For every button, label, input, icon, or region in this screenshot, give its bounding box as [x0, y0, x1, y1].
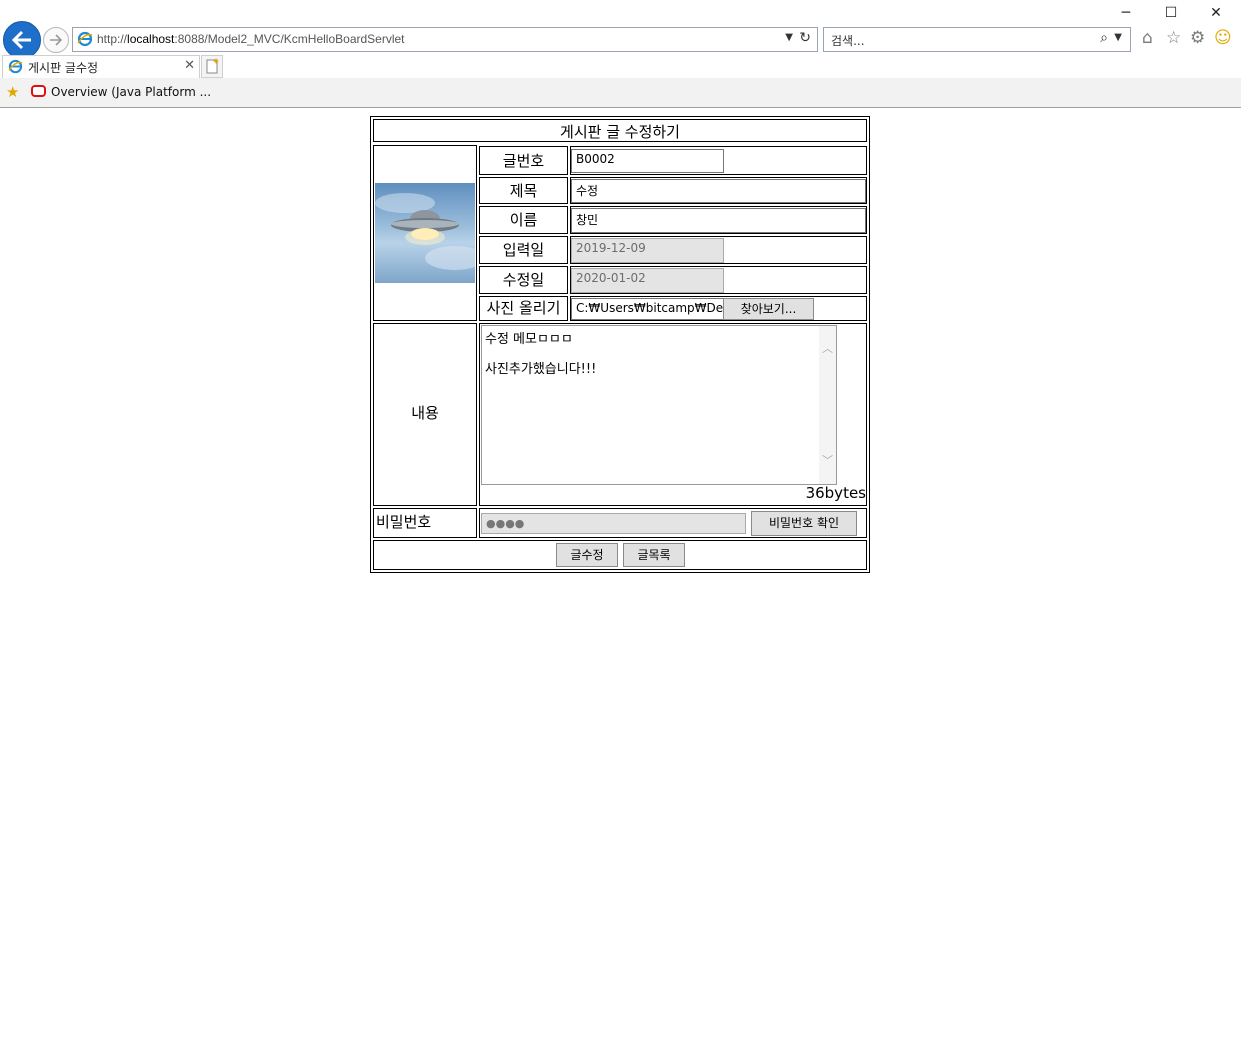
num-label-cell: 글번호 — [479, 146, 568, 175]
content-label-cell: 내용 — [373, 323, 477, 506]
search-placeholder: 검색... — [831, 34, 865, 48]
maximize-button[interactable]: ☐ — [1156, 5, 1186, 21]
browse-button[interactable]: 찾아보기... — [723, 298, 814, 320]
settings-gear-icon[interactable]: ⚙ — [1190, 28, 1205, 48]
mod-date-label-cell: 수정일 — [479, 266, 568, 294]
ie-logo-icon — [77, 31, 93, 47]
textarea-scrollbar[interactable]: ︿ ﹀ — [819, 326, 836, 484]
photo-label: 사진 올리기 — [486, 299, 561, 317]
url-scheme: http:// — [97, 32, 128, 46]
browser-chrome: ─ ☐ ✕ http://localhost:8088/Model2_MVC/K… — [0, 0, 1241, 108]
reg-date-label: 입력일 — [502, 241, 545, 259]
page-title: 게시판 글 수정하기 — [560, 123, 680, 141]
feedback-smiley-icon[interactable]: ☺ — [1214, 28, 1232, 48]
favorites-star-icon[interactable]: ☆ — [1166, 28, 1181, 48]
content-line-2: 사진추가했습니다!!! — [485, 362, 597, 377]
num-field[interactable]: B0002 — [571, 149, 724, 173]
search-dropdown-icon[interactable]: ▼ — [1114, 32, 1122, 43]
ufo-image — [375, 193, 475, 270]
heading-cell: 게시판 글 수정하기 — [373, 119, 867, 142]
check-password-button[interactable]: 비밀번호 확인 — [751, 511, 857, 536]
arrow-left-icon — [11, 30, 31, 50]
ufo-photo — [375, 183, 475, 283]
password-field[interactable]: ●●●● — [481, 513, 746, 534]
address-bar[interactable]: http://localhost:8088/Model2_MVC/KcmHell… — [72, 27, 818, 52]
title-field[interactable]: 수정 — [571, 179, 866, 203]
tab-close-icon[interactable]: ✕ — [184, 58, 195, 73]
close-window-button[interactable]: ✕ — [1201, 5, 1231, 21]
back-button[interactable] — [3, 21, 41, 59]
oracle-logo-icon — [31, 85, 46, 97]
scroll-down-icon[interactable]: ﹀ — [822, 452, 833, 468]
url-path: :8088/Model2_MVC/KcmHelloBoardServlet — [174, 32, 405, 46]
button-row-cell — [373, 540, 867, 570]
add-favorite-icon[interactable]: ★ — [6, 83, 19, 101]
reg-date-label-cell: 입력일 — [479, 236, 568, 264]
home-icon[interactable]: ⌂ — [1142, 28, 1153, 48]
search-box[interactable]: 검색... ⌕ ▼ — [823, 27, 1131, 52]
password-label: 비밀번호 — [376, 513, 432, 531]
name-label-cell: 이름 — [479, 206, 568, 234]
search-icon[interactable]: ⌕ — [1100, 30, 1108, 46]
content-textarea[interactable]: 수정 메모ㅁㅁㅁ 사진추가했습니다!!! ︿ ﹀ — [481, 325, 837, 485]
tab-board-edit[interactable]: 게시판 글수정 ✕ — [2, 55, 200, 78]
name-label: 이름 — [509, 211, 538, 229]
refresh-icon[interactable]: ↻ — [799, 30, 811, 46]
photo-path-field[interactable]: C:₩Users₩bitcamp₩Desl — [571, 298, 724, 320]
mod-date-label: 수정일 — [502, 271, 545, 289]
password-label-cell: 비밀번호 — [373, 508, 477, 538]
scroll-up-icon[interactable]: ︿ — [822, 340, 833, 356]
favorites-bar: ★ Overview (Java Platform ... — [0, 78, 1241, 108]
mod-date-field: 2020-01-02 — [571, 268, 724, 293]
address-url: http://localhost:8088/Model2_MVC/KcmHell… — [97, 32, 405, 46]
favorite-link[interactable]: Overview (Java Platform ... — [51, 85, 211, 99]
title-label: 제목 — [509, 182, 538, 200]
url-host: localhost — [127, 32, 175, 46]
content-label: 내용 — [411, 404, 439, 422]
reg-date-field: 2019-12-09 — [571, 238, 724, 263]
num-label: 글번호 — [502, 152, 545, 170]
submit-edit-button[interactable]: 글수정 — [556, 543, 618, 567]
title-label-cell: 제목 — [479, 177, 568, 204]
new-tab-icon — [206, 58, 219, 74]
name-field[interactable]: 창민 — [571, 208, 866, 233]
byte-counter: 36bytes — [805, 484, 866, 502]
arrow-right-icon — [50, 34, 63, 46]
address-dropdown-icon[interactable]: ▼ — [785, 32, 793, 43]
list-button[interactable]: 글목록 — [623, 543, 685, 567]
ie-tab-icon — [8, 59, 23, 74]
content-line-1: 수정 메모ㅁㅁㅁ — [485, 332, 573, 347]
new-tab-button[interactable] — [201, 55, 223, 78]
forward-button[interactable] — [43, 27, 69, 53]
minimize-button[interactable]: ─ — [1111, 5, 1141, 21]
photo-label-cell: 사진 올리기 — [479, 296, 568, 321]
tab-title: 게시판 글수정 — [28, 61, 99, 75]
